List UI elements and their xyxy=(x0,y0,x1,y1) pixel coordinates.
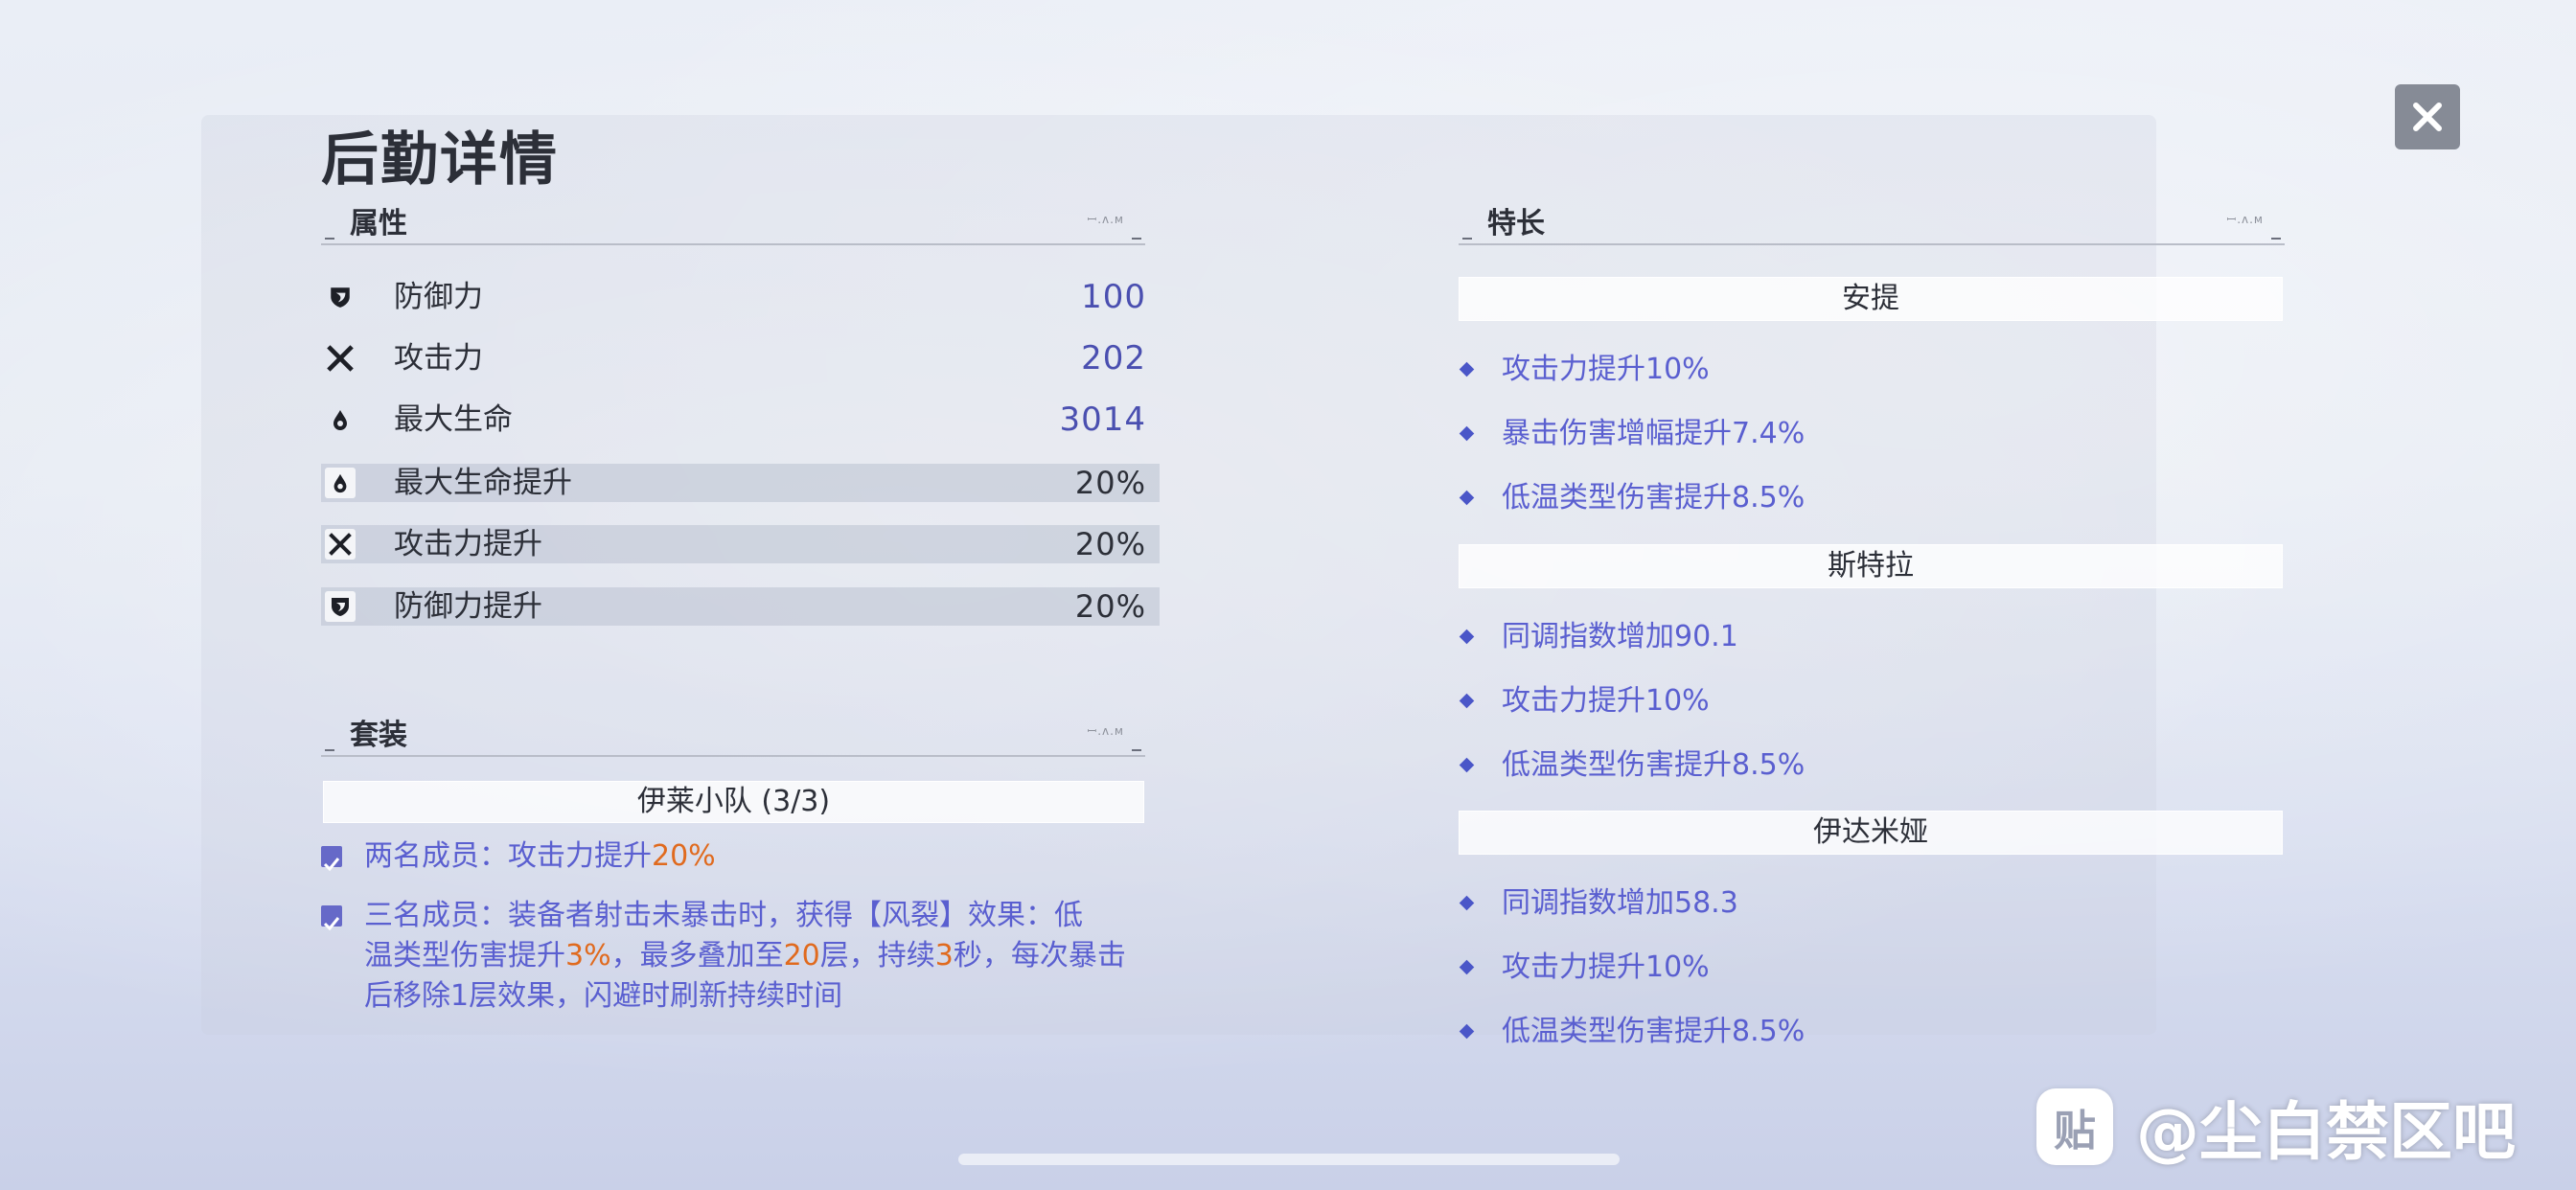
specialty-group-name: 安提 xyxy=(1842,282,1899,315)
specialty-group-header: 伊达米娅 xyxy=(1459,811,2283,855)
header-decoration: ꟷ.ʌ.ᴍ xyxy=(1087,724,1124,738)
set-effect-line: 三名成员：装备者射击未暴击时，获得【风裂】效果：低 xyxy=(364,899,1083,932)
droplet-icon xyxy=(325,404,356,435)
set-effect-line: 温类型伤害提升 xyxy=(364,939,565,973)
crossed-swords-icon xyxy=(325,529,356,560)
watermark-text: @尘白禁区吧 xyxy=(2136,1095,2516,1169)
shield-icon xyxy=(325,591,356,622)
set-header: 套装 ꟷ.ʌ.ᴍ xyxy=(321,709,1145,757)
close-button[interactable] xyxy=(2395,84,2460,149)
stat-value: 202 xyxy=(1081,339,1146,378)
specialties-heading: 特长 xyxy=(1487,207,1545,240)
stat-name: 攻击力提升 xyxy=(394,527,542,561)
set-heading: 套装 xyxy=(350,719,407,752)
set-effect-highlight: 20 xyxy=(783,939,820,973)
stat-value: 20% xyxy=(1074,526,1146,562)
stat-name: 防御力提升 xyxy=(394,589,542,624)
stat-row-max-hp-boost: 最大生命提升 20% xyxy=(321,464,1160,502)
stat-value: 3014 xyxy=(1059,400,1146,439)
page-title: 后勤详情 xyxy=(321,126,559,194)
specialties-header: 特长 ꟷ.ʌ.ᴍ xyxy=(1459,197,2285,245)
stat-name: 最大生命提升 xyxy=(394,466,572,500)
set-effect-line: 层，持续 xyxy=(819,939,935,973)
stat-row-attack-boost: 攻击力提升 20% xyxy=(321,525,1160,563)
set-effect-line: 秒，每次暴击 xyxy=(953,939,1126,973)
header-decoration: ꟷ.ʌ.ᴍ xyxy=(2226,213,2264,226)
checkbox-checked-icon xyxy=(321,846,342,872)
set-name-bar: 伊莱小队 (3/3) xyxy=(323,781,1144,823)
set-effect-text: 两名成员：攻击力提升 xyxy=(364,839,652,873)
set-effect-3pc: 三名成员：装备者射击未暴击时，获得【风裂】效果：低 温类型伤害提升3%，最多叠加… xyxy=(321,896,1164,1020)
stat-name: 攻击力 xyxy=(394,341,483,376)
set-effect-2pc: 两名成员：攻击力提升20% xyxy=(321,836,1164,877)
watermark: 贴 @尘白禁区吧 xyxy=(2036,1081,2516,1173)
header-decoration: ꟷ.ʌ.ᴍ xyxy=(1087,213,1124,226)
stat-value: 20% xyxy=(1074,465,1146,501)
tieba-logo-icon: 贴 xyxy=(2036,1088,2113,1165)
specialty-group-name: 斯特拉 xyxy=(1828,549,1914,583)
set-effect-highlight: 20% xyxy=(652,839,716,873)
stat-row-max-hp: 最大生命 3014 xyxy=(321,400,1160,439)
stat-name: 防御力 xyxy=(394,280,483,314)
stat-value: 20% xyxy=(1074,588,1146,625)
set-name: 伊莱小队 (3/3) xyxy=(636,785,831,818)
set-effect-line: ，最多叠加至 xyxy=(610,939,784,973)
crossed-swords-icon xyxy=(325,343,356,374)
droplet-icon xyxy=(325,468,356,498)
stat-row-defense-boost: 防御力提升 20% xyxy=(321,587,1160,626)
set-effect-highlight: 3 xyxy=(934,939,954,973)
stat-row-attack: 攻击力 202 xyxy=(321,339,1160,378)
specialty-group-header: 斯特拉 xyxy=(1459,544,2283,588)
checkbox-checked-icon xyxy=(321,905,342,931)
home-indicator[interactable] xyxy=(958,1154,1620,1165)
stat-value: 100 xyxy=(1081,278,1146,316)
set-effect-highlight: 3% xyxy=(565,939,611,973)
attributes-header: 属性 ꟷ.ʌ.ᴍ xyxy=(321,197,1145,245)
attributes-heading: 属性 xyxy=(350,207,407,240)
stat-row-defense: 防御力 100 xyxy=(321,278,1160,316)
shield-icon xyxy=(325,282,356,312)
specialty-group-header: 安提 xyxy=(1459,277,2283,321)
close-icon xyxy=(2413,103,2442,131)
set-effect-line: 后移除1层效果，闪避时刷新持续时间 xyxy=(364,979,843,1013)
stat-name: 最大生命 xyxy=(394,402,513,437)
specialty-group-name: 伊达米娅 xyxy=(1813,815,1928,849)
